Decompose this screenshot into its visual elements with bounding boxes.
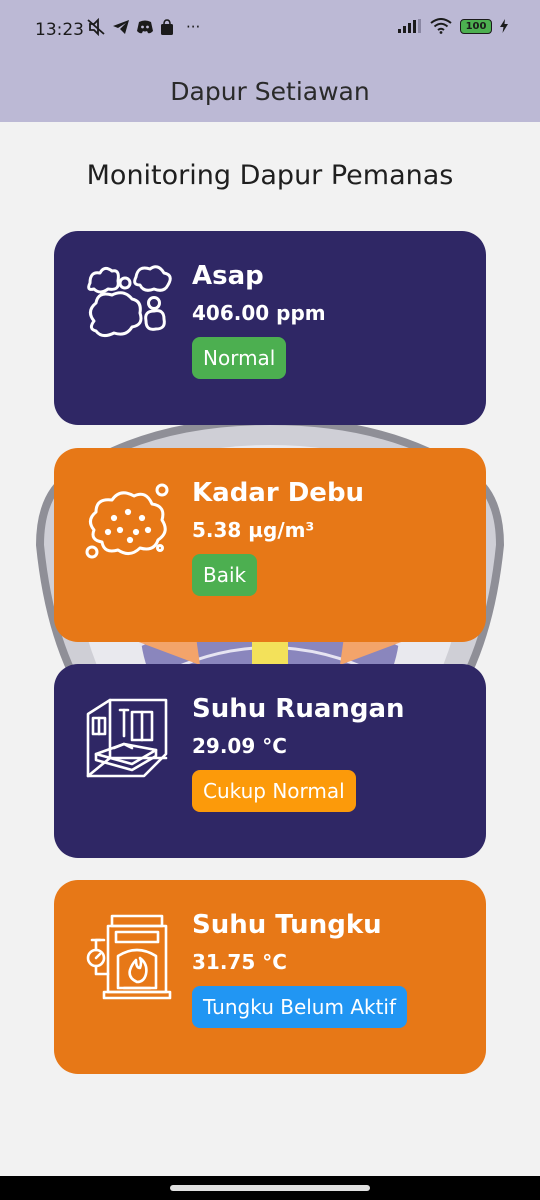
furnace-temperature-status-badge: Tungku Belum Aktif bbox=[192, 986, 408, 1028]
dust-icon bbox=[85, 483, 169, 559]
status-bar: 13:23 ··· 100 bbox=[0, 0, 540, 60]
dust-value: 5.38 µg/m³ bbox=[192, 518, 315, 542]
charging-icon bbox=[500, 19, 508, 33]
room-temperature-status-badge: Cukup Normal bbox=[192, 770, 356, 812]
smoke-status-badge: Normal bbox=[192, 337, 287, 379]
dust-card[interactable]: Kadar Debu 5.38 µg/m³ Baik bbox=[54, 448, 486, 642]
telegram-icon bbox=[113, 20, 129, 34]
room-temperature-card[interactable]: Suhu Ruangan 29.09 °C Cukup Normal bbox=[54, 664, 486, 858]
furnace-temperature-card[interactable]: Suhu Tungku 31.75 °C Tungku Belum Aktif bbox=[54, 880, 486, 1074]
smoke-icon bbox=[87, 265, 172, 338]
furnace-temperature-title: Suhu Tungku bbox=[192, 910, 382, 940]
shopping-bag-icon bbox=[161, 18, 173, 35]
navigation-bar bbox=[0, 1176, 540, 1200]
home-gesture-handle[interactable] bbox=[170, 1185, 370, 1191]
room-icon bbox=[86, 698, 168, 778]
battery-icon: 100 bbox=[460, 18, 492, 34]
room-temperature-value: 29.09 °C bbox=[192, 734, 287, 758]
room-temperature-title: Suhu Ruangan bbox=[192, 694, 405, 724]
app-title: Dapur Setiawan bbox=[170, 76, 370, 106]
furnace-temperature-value: 31.75 °C bbox=[192, 950, 287, 974]
signal-icon bbox=[398, 19, 421, 33]
page-title: Monitoring Dapur Pemanas bbox=[86, 160, 454, 191]
status-time: 13:23 bbox=[35, 20, 84, 40]
smoke-value: 406.00 ppm bbox=[192, 301, 326, 325]
mute-icon bbox=[87, 18, 105, 36]
discord-icon bbox=[137, 20, 153, 34]
dust-title: Kadar Debu bbox=[192, 478, 365, 508]
more-icon: ··· bbox=[186, 18, 201, 36]
dust-status-badge: Baik bbox=[192, 554, 258, 596]
smoke-card[interactable]: Asap 406.00 ppm Normal bbox=[54, 231, 486, 425]
furnace-icon bbox=[86, 914, 172, 1000]
notification-icons: ··· bbox=[86, 18, 200, 36]
system-icons: 100 bbox=[398, 18, 508, 34]
app-bar: Dapur Setiawan bbox=[0, 60, 540, 122]
smoke-title: Asap bbox=[192, 261, 264, 291]
wifi-icon bbox=[430, 18, 452, 34]
